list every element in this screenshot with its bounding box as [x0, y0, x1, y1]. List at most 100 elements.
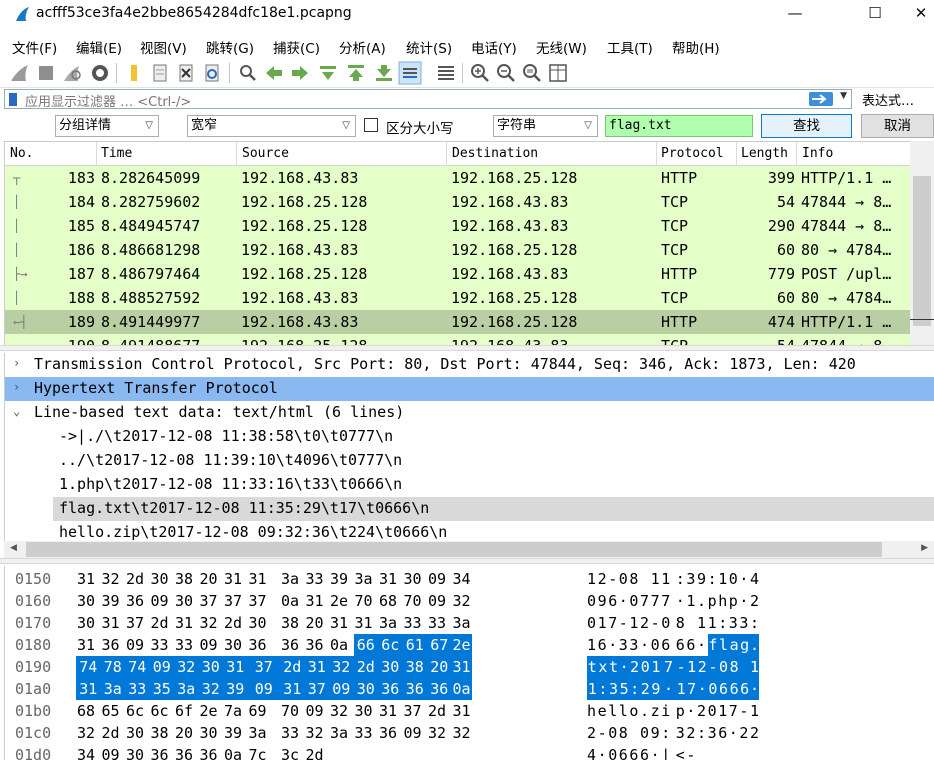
ascii-char[interactable]: 0	[608, 722, 617, 744]
hex-byte[interactable]: 39	[101, 590, 121, 612]
hex-byte[interactable]: 09	[199, 634, 219, 656]
ascii-char[interactable]: 5	[618, 678, 630, 700]
search-type-select[interactable]: 字符串 ▽	[493, 115, 598, 137]
ascii-char[interactable]: 7	[640, 590, 649, 612]
ascii-char[interactable]: 8	[619, 722, 628, 744]
hex-byte[interactable]: 61	[402, 634, 427, 656]
hex-byte[interactable]: 34	[76, 744, 96, 760]
ascii-char[interactable]: 1	[686, 590, 695, 612]
byte-row[interactable]: 0180 31 36 09 33 33 09 30 36 36 36 0a 66 6c 61 67 2e 1 6 · 3…	[5, 634, 934, 656]
ascii-char[interactable]: o	[629, 700, 638, 722]
hex-byte[interactable]: 39	[329, 568, 349, 590]
hex-byte[interactable]: 09	[427, 568, 447, 590]
cancel-button[interactable]: 取消	[861, 114, 934, 138]
hex-byte[interactable]: 31	[452, 700, 472, 722]
ascii-char[interactable]	[739, 656, 750, 678]
forward-arrow-icon[interactable]	[288, 61, 312, 85]
hex-byte[interactable]: 34	[452, 568, 472, 590]
hex-byte[interactable]: 3a	[329, 722, 349, 744]
ascii-char[interactable]	[629, 722, 638, 744]
hex-byte[interactable]: 32	[174, 656, 199, 678]
ascii-char[interactable]: 0	[708, 700, 717, 722]
hex-byte[interactable]: 20	[305, 612, 325, 634]
hex-byte[interactable]: 36	[305, 634, 325, 656]
byte-row[interactable]: 01c0 32 2d 30 38 20 30 39 3a 33 32 3a 33 36 09 32 32 2-0 8…	[5, 722, 934, 744]
menu-go[interactable]: 跳转(G)	[206, 37, 254, 57]
packet-row[interactable]: 190 8.491488677 192.168.25.128 192.168.4…	[5, 334, 910, 345]
hex-byte[interactable]: 3a	[248, 722, 268, 744]
ascii-char[interactable]: 0	[587, 612, 596, 634]
hex-byte[interactable]: 30	[150, 568, 170, 590]
hex-byte[interactable]: 20	[174, 722, 194, 744]
byte-row[interactable]: 0190 74 78 74 09 32 30 31 37 2d 31 32 2d 30 38 20 31 t x t ·…	[5, 656, 934, 678]
ascii-char[interactable]: 3	[608, 678, 619, 700]
hex-byte[interactable]: 69	[248, 700, 268, 722]
hex-byte[interactable]: 09	[101, 744, 121, 760]
hex-byte[interactable]: 31	[76, 568, 96, 590]
hex-byte[interactable]: 68	[378, 590, 398, 612]
ascii-char[interactable]: 6	[619, 744, 628, 760]
hex-byte[interactable]: 35	[149, 678, 174, 700]
ascii-char[interactable]: 1	[650, 656, 662, 678]
text-line-item-selected[interactable]: flag.txt\t2017-12-08 11:35:29\t17\t0666\…	[53, 497, 934, 521]
ascii-char[interactable]: :	[676, 568, 685, 590]
hex-byte[interactable]: 78	[100, 656, 125, 678]
ascii-char[interactable]: 4	[587, 744, 596, 760]
ascii-char[interactable]: 3	[708, 722, 717, 744]
hex-byte[interactable]: 2d	[353, 656, 378, 678]
ascii-char[interactable]: .	[750, 634, 759, 656]
ascii-char[interactable]: -	[675, 656, 687, 678]
hex-byte[interactable]: 30	[198, 656, 223, 678]
ascii-char[interactable]: -	[619, 612, 628, 634]
scrollbar-thumb[interactable]	[26, 542, 882, 557]
hex-byte[interactable]: 3a	[452, 612, 472, 634]
hex-byte[interactable]: 37	[223, 590, 243, 612]
hex-byte[interactable]: 38	[402, 656, 427, 678]
hex-byte[interactable]: 09	[125, 634, 145, 656]
ascii-char[interactable]: 0	[707, 678, 719, 700]
ascii-char[interactable]: 1	[697, 612, 706, 634]
ascii-char[interactable]: :	[718, 612, 727, 634]
ascii-char[interactable]: 2	[640, 612, 649, 634]
stop-icon[interactable]	[34, 61, 58, 85]
pane-splitter[interactable]	[0, 345, 934, 351]
hex-byte[interactable]: 37	[304, 678, 329, 700]
hex-byte[interactable]: 2d	[427, 700, 447, 722]
column-header-length[interactable]: Length	[741, 146, 788, 161]
text-line-item[interactable]: hello.zip\t2017-12-08 09:32:36\t224\t066…	[5, 521, 934, 543]
ascii-char[interactable]: :	[697, 722, 706, 744]
hex-byte[interactable]: 32	[199, 612, 219, 634]
column-header-destination[interactable]: Destination	[452, 146, 538, 161]
ascii-char[interactable]: 1	[675, 678, 687, 700]
hex-byte[interactable]: 0a	[280, 590, 300, 612]
hex-byte[interactable]: 33	[174, 634, 194, 656]
hex-byte[interactable]: 7c	[248, 744, 268, 760]
ascii-char[interactable]: 3	[739, 612, 748, 634]
hex-byte[interactable]: 30	[248, 612, 268, 634]
hex-byte[interactable]: 32	[427, 722, 447, 744]
ascii-char[interactable]: t	[608, 656, 619, 678]
hex-byte[interactable]: 3a	[354, 568, 374, 590]
hex-byte[interactable]: 3a	[280, 568, 300, 590]
ascii-char[interactable]: -	[608, 568, 617, 590]
hex-byte[interactable]: 33	[280, 722, 300, 744]
ascii-char[interactable]: ·	[686, 700, 695, 722]
ascii-char[interactable]: ·	[618, 656, 630, 678]
column-header-time[interactable]: Time	[101, 146, 132, 161]
hex-byte[interactable]: 31	[280, 678, 305, 700]
ascii-char[interactable]: p	[708, 590, 717, 612]
packet-row[interactable]: │ 186 8.486681298 192.168.43.83 192.168.…	[5, 238, 910, 262]
menu-help[interactable]: 帮助(H)	[672, 37, 720, 57]
colorize-icon[interactable]	[434, 61, 458, 85]
tree-item-text-data[interactable]: ⌄ Line-based text data: text/html (6 lin…	[5, 401, 934, 425]
hex-byte[interactable]: 3a	[378, 612, 398, 634]
ascii-char[interactable]	[686, 612, 695, 634]
expression-button[interactable]: 表达式…	[862, 90, 914, 109]
back-arrow-icon[interactable]	[262, 61, 286, 85]
open-file-icon[interactable]	[122, 61, 146, 85]
hex-byte[interactable]: 09	[247, 678, 280, 700]
hex-byte[interactable]: 09	[329, 678, 354, 700]
byte-row[interactable]: 0150 31 32 2d 30 38 20 31 31 3a 33 39 3a 31 30 09 34 1 2-0…	[5, 568, 934, 590]
ascii-char[interactable]: 2	[640, 678, 651, 700]
ascii-char[interactable]: 6	[608, 590, 617, 612]
